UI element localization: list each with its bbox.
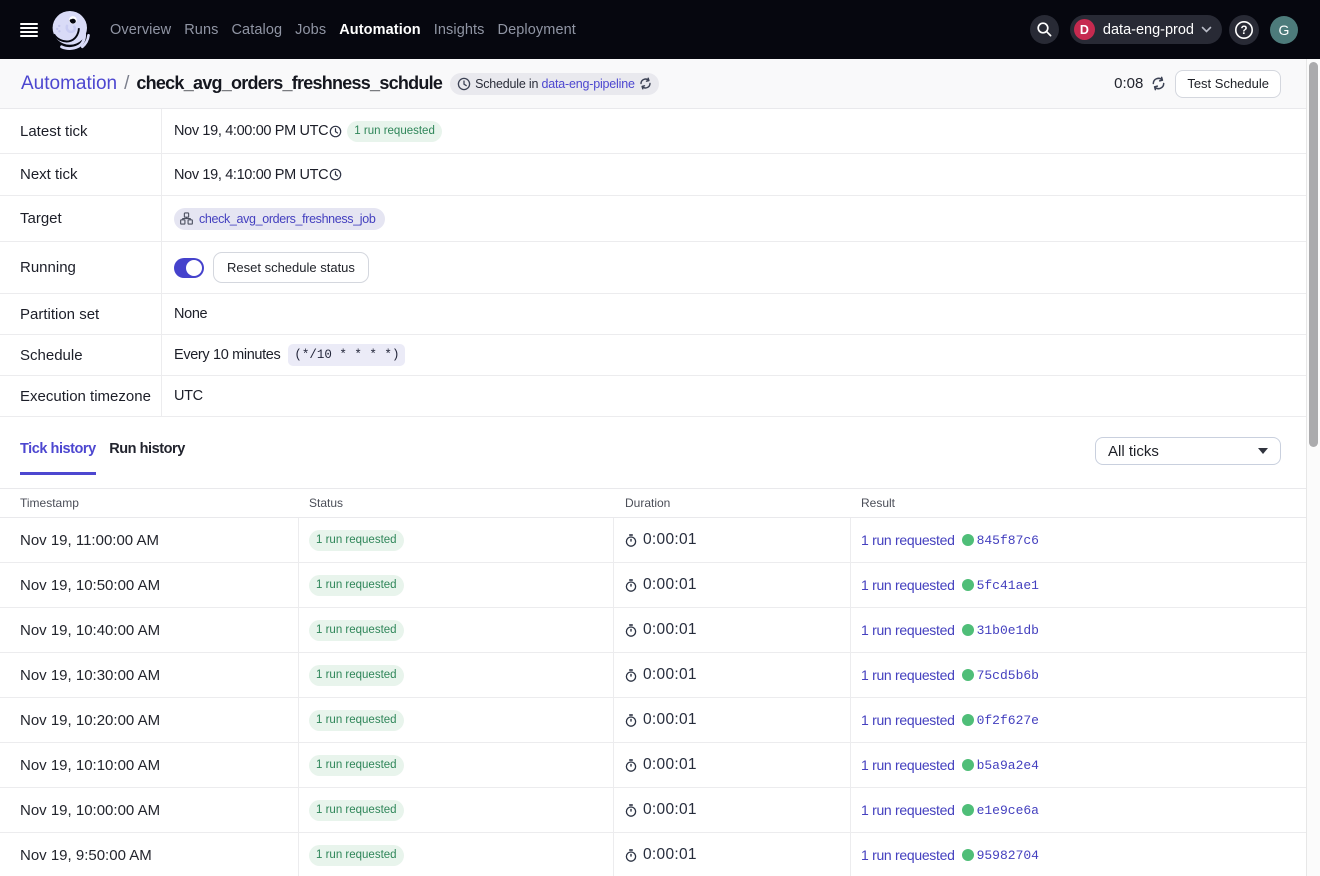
svg-text:?: ?	[1240, 25, 1247, 37]
